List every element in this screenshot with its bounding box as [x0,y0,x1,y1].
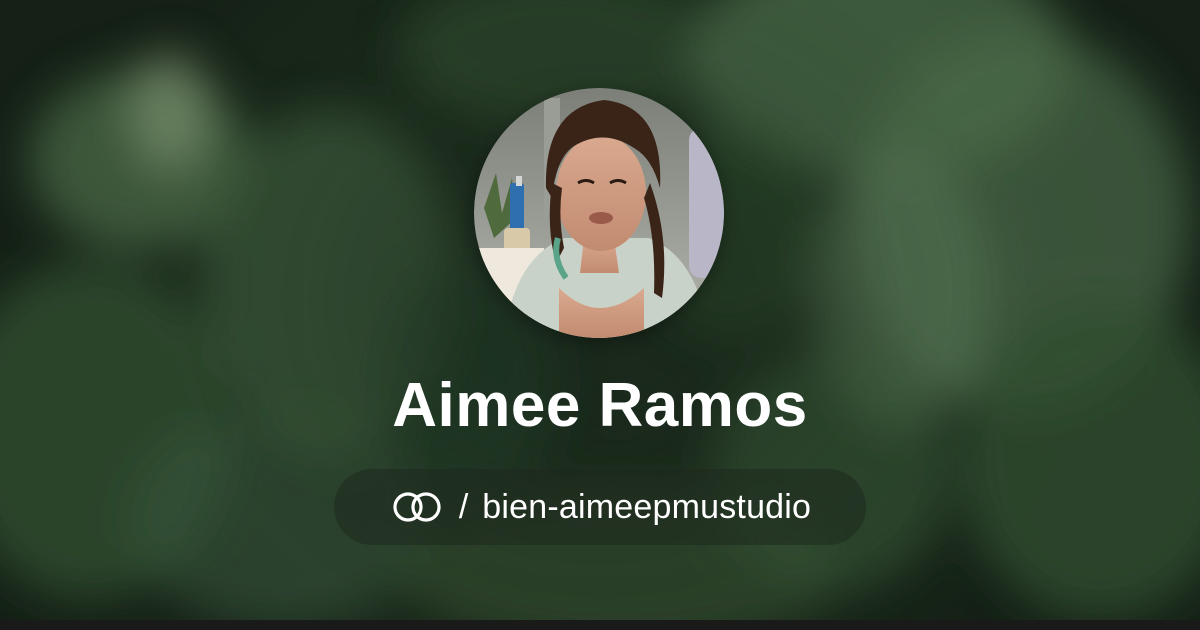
handle-separator: / [458,487,469,526]
profile-handle-link[interactable]: / bien-aimeepmustudio [334,469,866,545]
interlocking-rings-icon [389,490,445,524]
avatar [474,88,724,338]
bottom-edge-bar [0,620,1200,630]
profile-name: Aimee Ramos [392,371,808,440]
profile-handle-text: bien-aimeepmustudio [482,487,812,526]
